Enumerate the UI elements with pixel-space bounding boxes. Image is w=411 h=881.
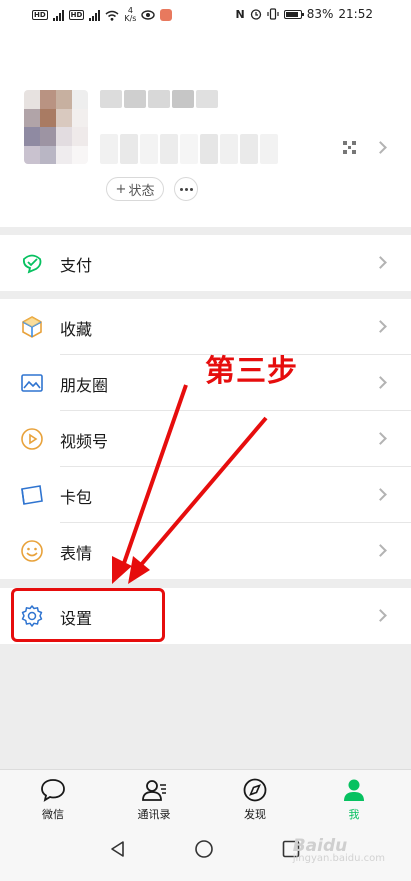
menu-item-pay[interactable]: 支付 bbox=[0, 235, 411, 291]
chevron-right-icon bbox=[374, 432, 387, 445]
menu-label: 收藏 bbox=[60, 320, 93, 339]
menu-label: 视频号 bbox=[60, 432, 109, 451]
moments-image-icon bbox=[21, 374, 43, 392]
notification-app-icon bbox=[160, 9, 173, 21]
status-bar: HD HD 4 K/s N 83% 21:52 bbox=[0, 0, 411, 30]
hd-badge: HD bbox=[32, 10, 48, 20]
chevron-right-icon bbox=[374, 376, 387, 389]
chevron-right-icon bbox=[374, 141, 387, 154]
menu-item-stickers[interactable]: 表情 bbox=[0, 523, 411, 579]
eye-icon bbox=[141, 10, 156, 20]
chevron-right-icon bbox=[374, 544, 387, 557]
net-speed: 4 K/s bbox=[124, 6, 137, 23]
more-status-button[interactable] bbox=[174, 177, 198, 201]
menu-label: 卡包 bbox=[60, 488, 93, 507]
highlight-box bbox=[11, 588, 165, 642]
vibrate-icon bbox=[267, 8, 279, 20]
tab-me[interactable]: 我 bbox=[314, 770, 394, 828]
profile-header[interactable]: + 状态 bbox=[0, 30, 411, 227]
nfc-icon: N bbox=[235, 7, 245, 21]
status-right: N 83% 21:52 bbox=[236, 7, 373, 21]
qr-code-icon[interactable] bbox=[343, 141, 356, 154]
favorites-cube-icon bbox=[22, 316, 42, 338]
wifi-icon bbox=[105, 10, 119, 21]
chevron-right-icon bbox=[374, 609, 387, 622]
battery-icon bbox=[283, 9, 304, 19]
signal-icon-2 bbox=[89, 9, 101, 21]
nickname-blurred bbox=[100, 90, 218, 108]
pay-icon bbox=[22, 254, 42, 274]
add-status-button[interactable]: + 状态 bbox=[106, 177, 164, 201]
tab-discover[interactable]: 发现 bbox=[215, 770, 295, 828]
tab-contacts[interactable]: 通讯录 bbox=[114, 770, 194, 828]
menu-label: 朋友圈 bbox=[60, 376, 109, 395]
avatar[interactable] bbox=[24, 90, 88, 164]
bottom-tab-bar: 微信 通讯录 发现 我 bbox=[0, 769, 411, 827]
compass-icon bbox=[243, 778, 267, 802]
smiley-icon bbox=[21, 540, 43, 562]
home-circle-icon[interactable] bbox=[194, 839, 214, 859]
hd-badge-2: HD bbox=[68, 10, 85, 20]
back-triangle-icon[interactable] bbox=[108, 839, 128, 859]
chevron-right-icon bbox=[374, 256, 387, 269]
signal-icon bbox=[52, 9, 64, 21]
channels-play-icon bbox=[21, 428, 43, 450]
menu-label: 表情 bbox=[60, 544, 93, 563]
battery-percent: 83% bbox=[306, 7, 334, 21]
chevron-right-icon bbox=[374, 320, 387, 333]
chat-bubble-icon bbox=[41, 779, 65, 802]
menu-item-cards[interactable]: 卡包 bbox=[0, 467, 411, 523]
step-annotation: 第三步 bbox=[205, 354, 298, 389]
menu-item-channels[interactable]: 视频号 bbox=[0, 411, 411, 467]
baidu-watermark: Baidu jingyan.baidu.com bbox=[292, 836, 385, 864]
menu-label: 支付 bbox=[60, 256, 93, 275]
person-icon bbox=[344, 779, 364, 801]
contacts-icon bbox=[142, 780, 166, 801]
card-wallet-icon bbox=[21, 485, 43, 505]
clock: 21:52 bbox=[338, 7, 373, 21]
wechat-id-blurred bbox=[100, 134, 278, 164]
status-left: HD HD 4 K/s bbox=[32, 6, 173, 23]
tab-chats[interactable]: 微信 bbox=[13, 770, 93, 828]
chevron-right-icon bbox=[374, 488, 387, 501]
alarm-icon bbox=[250, 9, 261, 20]
